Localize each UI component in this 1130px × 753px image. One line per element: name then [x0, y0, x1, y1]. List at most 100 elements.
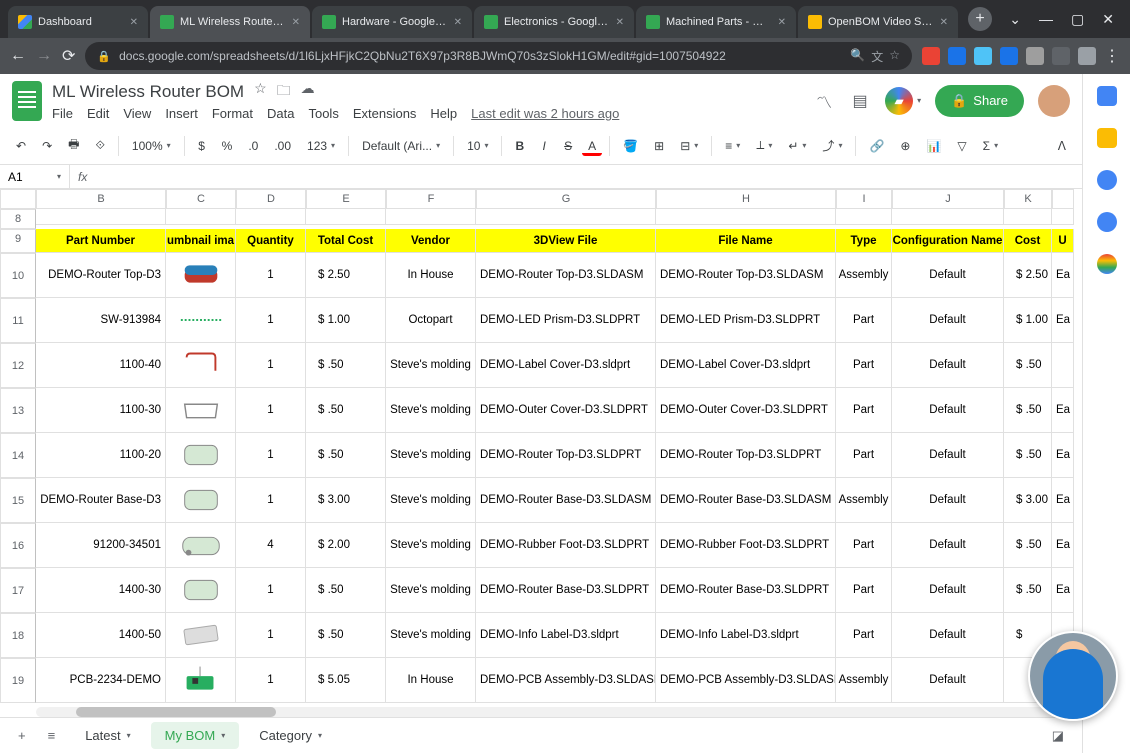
paint-format-button[interactable]: ⟐ — [89, 134, 110, 157]
translate-icon[interactable]: 文 — [871, 48, 883, 65]
type-cell[interactable]: Part — [836, 298, 892, 343]
3dview-cell[interactable]: DEMO-Router Base-D3.SLDASM — [476, 478, 656, 523]
tab-close-icon[interactable]: ✕ — [940, 17, 948, 28]
empty-cell[interactable] — [36, 209, 166, 225]
sheet-tab-dropdown-icon[interactable]: ▾ — [127, 731, 131, 740]
quantity-cell[interactable]: 1 — [236, 433, 306, 478]
row-header[interactable]: 11 — [0, 298, 36, 343]
spreadsheet-grid[interactable]: BCDEFGHIJK89Part Numberumbnail imaQuanti… — [0, 189, 1082, 717]
total-cost-cell[interactable]: $ 1.00 — [306, 298, 386, 343]
empty-cell[interactable] — [656, 209, 836, 225]
3dview-cell[interactable]: DEMO-PCB Assembly-D3.SLDASM — [476, 658, 656, 703]
filename-cell[interactable]: DEMO-Router Top-D3.SLDASM — [656, 253, 836, 298]
ext-icon-4[interactable] — [1000, 47, 1018, 65]
quantity-cell[interactable]: 1 — [236, 388, 306, 433]
browser-tab[interactable]: Dashboard✕ — [8, 6, 148, 38]
font-size-select[interactable]: 10▾ — [461, 137, 494, 155]
column-header[interactable]: K — [1004, 189, 1052, 209]
column-title[interactable]: umbnail ima — [166, 229, 236, 253]
filename-cell[interactable]: DEMO-Router Base-D3.SLDPRT — [656, 568, 836, 613]
add-sheet-button[interactable]: + — [12, 724, 32, 747]
column-header[interactable]: I — [836, 189, 892, 209]
3dview-cell[interactable]: DEMO-Router Base-D3.SLDPRT — [476, 568, 656, 613]
address-bar[interactable]: 🔒 docs.google.com/spreadsheets/d/1l6LjxH… — [85, 42, 912, 70]
zoom-select[interactable]: 100%▾ — [126, 137, 177, 155]
empty-cell[interactable] — [476, 209, 656, 225]
new-tab-button[interactable]: + — [968, 7, 992, 31]
filename-cell[interactable]: DEMO-Info Label-D3.sldprt — [656, 613, 836, 658]
browser-menu-icon[interactable]: ⋮ — [1104, 46, 1120, 66]
menu-view[interactable]: View — [123, 106, 151, 121]
version-history-icon[interactable]: 〽 — [813, 90, 835, 112]
part-number-cell[interactable]: DEMO-Router Top-D3 — [36, 253, 166, 298]
thumbnail-cell[interactable] — [166, 388, 236, 433]
total-cost-cell[interactable]: $ .50 — [306, 388, 386, 433]
undo-button[interactable]: ↶ — [10, 135, 32, 157]
type-cell[interactable]: Part — [836, 433, 892, 478]
thumbnail-cell[interactable] — [166, 658, 236, 703]
menu-tools[interactable]: Tools — [308, 106, 338, 121]
type-cell[interactable]: Assembly — [836, 658, 892, 703]
row-header[interactable]: 17 — [0, 568, 36, 613]
link-button[interactable]: 🔗 — [863, 135, 890, 157]
vendor-cell[interactable]: Octopart — [386, 298, 476, 343]
sheet-tab-dropdown-icon[interactable]: ▾ — [318, 731, 322, 740]
browser-tab[interactable]: Hardware - Google Sheet✕ — [312, 6, 472, 38]
tasks-icon[interactable] — [1097, 170, 1117, 190]
column-title[interactable]: Total Cost — [306, 229, 386, 253]
empty-cell[interactable] — [836, 209, 892, 225]
row-header[interactable]: 8 — [0, 209, 36, 229]
part-number-cell[interactable]: 1400-30 — [36, 568, 166, 613]
3dview-cell[interactable]: DEMO-Router Top-D3.SLDASM — [476, 253, 656, 298]
quantity-cell[interactable]: 1 — [236, 613, 306, 658]
empty-cell[interactable] — [1052, 209, 1074, 225]
percent-button[interactable]: % — [216, 135, 239, 157]
total-cost-cell[interactable]: $ .50 — [306, 433, 386, 478]
column-header[interactable]: H — [656, 189, 836, 209]
cost-cell[interactable]: $ .50 — [1004, 523, 1052, 568]
sheets-logo-icon[interactable] — [12, 81, 42, 121]
back-button[interactable]: ← — [10, 47, 26, 65]
vendor-cell[interactable]: Steve's molding — [386, 343, 476, 388]
profile-icon[interactable] — [1078, 47, 1096, 65]
window-close-icon[interactable]: ✕ — [1102, 11, 1114, 28]
unit-cell[interactable]: Ea — [1052, 253, 1074, 298]
bold-button[interactable]: B — [509, 135, 530, 157]
type-cell[interactable]: Part — [836, 523, 892, 568]
total-cost-cell[interactable]: $ 5.05 — [306, 658, 386, 703]
cost-cell[interactable]: $ .50 — [1004, 388, 1052, 433]
explore-button[interactable]: ◪ — [1046, 724, 1070, 748]
vendor-cell[interactable]: In House — [386, 658, 476, 703]
sheet-tab-dropdown-icon[interactable]: ▾ — [221, 731, 225, 740]
config-cell[interactable]: Default — [892, 568, 1004, 613]
row-header[interactable]: 13 — [0, 388, 36, 433]
more-formats-button[interactable]: 123▾ — [301, 137, 341, 155]
collapse-toolbar-button[interactable]: ᐱ — [1052, 135, 1072, 157]
total-cost-cell[interactable]: $ 2.50 — [306, 253, 386, 298]
reload-button[interactable]: ⟳ — [62, 46, 75, 66]
thumbnail-cell[interactable] — [166, 433, 236, 478]
menu-file[interactable]: File — [52, 106, 73, 121]
vendor-cell[interactable]: Steve's molding — [386, 388, 476, 433]
filename-cell[interactable]: DEMO-Router Base-D3.SLDASM — [656, 478, 836, 523]
filter-button[interactable]: ▽ — [951, 135, 972, 157]
v-align-button[interactable]: ⟂▾ — [750, 136, 778, 155]
row-header[interactable]: 18 — [0, 613, 36, 658]
unit-cell[interactable]: Ea — [1052, 568, 1074, 613]
type-cell[interactable]: Assembly — [836, 478, 892, 523]
move-folder-icon[interactable]: 🗀 — [277, 80, 291, 104]
cost-cell[interactable]: $ .50 — [1004, 568, 1052, 613]
column-header[interactable]: G — [476, 189, 656, 209]
calendar-icon[interactable] — [1097, 86, 1117, 106]
type-cell[interactable]: Assembly — [836, 253, 892, 298]
unit-cell[interactable]: Ea — [1052, 298, 1074, 343]
total-cost-cell[interactable]: $ .50 — [306, 343, 386, 388]
browser-tab[interactable]: Electronics - Google Shee✕ — [474, 6, 634, 38]
vendor-cell[interactable]: Steve's molding — [386, 478, 476, 523]
column-header[interactable]: J — [892, 189, 1004, 209]
3dview-cell[interactable]: DEMO-Info Label-D3.sldprt — [476, 613, 656, 658]
config-cell[interactable]: Default — [892, 253, 1004, 298]
column-title[interactable]: Quantity — [236, 229, 306, 253]
total-cost-cell[interactable]: $ .50 — [306, 613, 386, 658]
column-title[interactable]: U — [1052, 229, 1074, 253]
